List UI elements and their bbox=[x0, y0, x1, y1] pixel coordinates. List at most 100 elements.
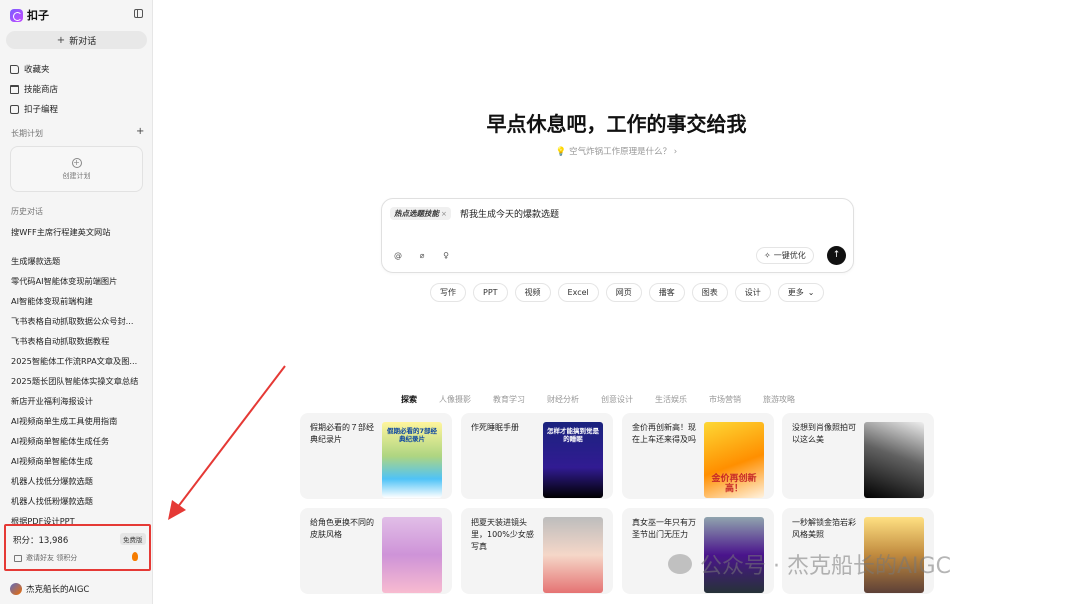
sidebar-item-label: 技能商店 bbox=[24, 85, 59, 95]
chat-input-box[interactable]: 热点选题技能 × 帮我生成今天的爆款选题 @ ⌀ ♀ ✧ 一键优化 ↑ bbox=[381, 198, 854, 273]
wechat-icon bbox=[668, 554, 692, 574]
quick-video[interactable]: 视频 bbox=[514, 283, 551, 302]
history-item[interactable]: 新店开业福利海报设计 bbox=[11, 395, 143, 407]
history-item[interactable]: 生成爆款选题 bbox=[11, 255, 143, 267]
explore-card[interactable]: 没想到肖像照拍可以这么美 bbox=[782, 413, 934, 499]
send-button[interactable]: ↑ bbox=[827, 246, 846, 265]
category-tabs: 探索 人像摄影 教育学习 财经分析 创意设计 生活娱乐 市场营销 旅游攻略 bbox=[401, 394, 817, 405]
close-icon[interactable]: × bbox=[441, 210, 447, 218]
quick-more[interactable]: 更多 ⌄ bbox=[777, 283, 825, 302]
card-title: 一秒解锁金箔岩彩风格美照 bbox=[792, 518, 856, 539]
history-item[interactable]: AI视频商单生成工具使用指南 bbox=[11, 415, 143, 427]
add-plan-icon[interactable]: + bbox=[136, 126, 144, 137]
explore-card[interactable]: 把夏天装进镜头里，100%少女感写真 bbox=[461, 508, 613, 594]
user-profile[interactable]: 杰克船长的AIGC bbox=[10, 583, 89, 595]
avatar bbox=[10, 583, 22, 595]
tab-finance[interactable]: 财经分析 bbox=[547, 394, 579, 405]
card-image: 怎样才能搞到觉是的睡眠 bbox=[543, 422, 603, 498]
optimize-label: 一键优化 bbox=[773, 251, 806, 260]
lightbulb-icon: 💡 bbox=[555, 147, 567, 157]
at-icon[interactable]: @ bbox=[393, 251, 403, 261]
chevron-right-icon: › bbox=[673, 147, 678, 157]
page-title: 早点休息吧，工作的事交给我 bbox=[486, 112, 747, 136]
card-image-caption: 金价再创新高！ bbox=[711, 474, 757, 494]
store-icon bbox=[10, 84, 19, 94]
attachment-icon[interactable]: ⌀ bbox=[417, 251, 427, 261]
card-title: 作死睡眠手册 bbox=[471, 423, 519, 432]
folder-icon bbox=[10, 64, 19, 74]
invite-friends-link[interactable]: 邀请好友 领积分 bbox=[14, 553, 77, 563]
card-image-caption: 怎样才能搞到觉是的睡眠 bbox=[547, 427, 599, 443]
history-item[interactable]: 根据PDF设计PPT bbox=[11, 515, 143, 524]
history-item[interactable]: 零代码AI智能体变现前端图片 bbox=[11, 275, 143, 287]
chevron-down-icon: ⌄ bbox=[807, 288, 815, 297]
points-label: 积分：13,986 bbox=[13, 536, 69, 546]
card-title: 给角色更换不同的皮肤风格 bbox=[310, 518, 374, 539]
explore-card[interactable]: 作死睡眠手册 怎样才能搞到觉是的睡眠 bbox=[461, 413, 613, 499]
tab-creative-design[interactable]: 创意设计 bbox=[601, 394, 633, 405]
card-image bbox=[382, 517, 442, 593]
sidebar-item-skill-store[interactable]: 技能商店 bbox=[10, 83, 58, 95]
quick-writing[interactable]: 写作 bbox=[430, 283, 466, 302]
card-title: 金价再创新高！现在上车还来得及吗 bbox=[632, 423, 696, 444]
explore-card[interactable]: 假期必看的７部经典纪录片 假期必看的7部经典纪录片 bbox=[300, 413, 452, 499]
sidebar: 扣子 + 新对话 收藏夹 技能商店 扣子编程 长期计划 + + 创建计划 历史对… bbox=[0, 0, 153, 604]
history-item[interactable]: 飞书表格自动抓取数据教程 bbox=[11, 335, 143, 347]
lightbulb-icon[interactable]: ♀ bbox=[441, 251, 451, 261]
suggestion-text: 空气炸锅工作原理是什么？ bbox=[569, 147, 672, 157]
plan-badge[interactable]: 免费版 bbox=[120, 533, 146, 545]
history-item[interactable]: 2025题长团队智能体实操文章总结 bbox=[11, 375, 143, 387]
history-item[interactable]: AI智能体变现前端构建 bbox=[11, 295, 143, 307]
card-title: 真女巫一年只有万圣节出门无压力 bbox=[632, 518, 696, 539]
watermark: 公众号 · 杰克船长的AIGC bbox=[668, 548, 951, 580]
tab-marketing[interactable]: 市场营销 bbox=[709, 394, 741, 405]
history-item[interactable]: AI视频商单智能体生成任务 bbox=[11, 435, 143, 447]
watermark-text: 公众号 · 杰克船长的AIGC bbox=[700, 554, 951, 579]
new-chat-label: 新对话 bbox=[69, 36, 97, 47]
app-name: 扣子 bbox=[27, 9, 49, 22]
long-term-plan-title: 长期计划 bbox=[11, 129, 43, 138]
card-title: 没想到肖像照拍可以这么美 bbox=[792, 423, 856, 444]
quick-design[interactable]: 设计 bbox=[734, 283, 771, 302]
new-chat-button[interactable]: + 新对话 bbox=[6, 31, 147, 49]
sidebar-item-label: 收藏夹 bbox=[24, 65, 50, 75]
history-item[interactable]: AI视频商单智能体生成 bbox=[11, 455, 143, 467]
skill-chip[interactable]: 热点选题技能 × bbox=[390, 207, 451, 220]
annotation-arrow bbox=[168, 365, 286, 520]
tab-travel[interactable]: 旅游攻略 bbox=[763, 394, 795, 405]
explore-card[interactable]: 金价再创新高！现在上车还来得及吗 金价再创新高！ bbox=[622, 413, 774, 499]
history-item[interactable]: 搜WFF主席行程建英文网站 bbox=[11, 226, 143, 238]
create-plan-card[interactable]: + 创建计划 bbox=[10, 146, 143, 192]
card-title: 把夏天装进镜头里，100%少女感写真 bbox=[471, 518, 534, 551]
plus-icon: + bbox=[56, 34, 66, 46]
suggestion-hint[interactable]: 💡 空气炸锅工作原理是什么？ › bbox=[153, 145, 1080, 157]
fire-icon bbox=[132, 552, 138, 561]
tab-portrait[interactable]: 人像摄影 bbox=[439, 394, 471, 405]
history-item[interactable]: 机器人找低分爆款选题 bbox=[11, 475, 143, 487]
quick-excel[interactable]: Excel bbox=[557, 283, 599, 302]
sidebar-item-favorites[interactable]: 收藏夹 bbox=[10, 63, 50, 75]
quick-webpage[interactable]: 网页 bbox=[605, 283, 642, 302]
tab-lifestyle[interactable]: 生活娱乐 bbox=[655, 394, 687, 405]
quick-podcast[interactable]: 播客 bbox=[648, 283, 685, 302]
quick-actions: 写作 PPT 视频 Excel 网页 播客 图表 设计 更多 ⌄ bbox=[430, 283, 825, 302]
chat-input[interactable]: 帮我生成今天的爆款选题 bbox=[460, 207, 559, 220]
optimize-button[interactable]: ✧ 一键优化 bbox=[756, 247, 814, 264]
sidebar-toggle-icon[interactable] bbox=[134, 9, 143, 18]
quick-chart[interactable]: 图表 bbox=[691, 283, 728, 302]
card-image: 金价再创新高！ bbox=[704, 422, 764, 498]
quick-ppt[interactable]: PPT bbox=[473, 283, 508, 302]
code-icon bbox=[10, 104, 19, 114]
history-item[interactable]: 机器人找低粉爆款选题 bbox=[11, 495, 143, 507]
more-label: 更多 bbox=[787, 288, 804, 297]
sidebar-item-coding[interactable]: 扣子编程 bbox=[10, 103, 58, 115]
points-panel: 积分：13,986 免费版 邀请好友 领积分 bbox=[4, 524, 151, 571]
history-item[interactable]: 飞书表格自动抓取数据公众号封... bbox=[11, 315, 143, 327]
tab-education[interactable]: 教育学习 bbox=[493, 394, 525, 405]
explore-card[interactable]: 给角色更换不同的皮肤风格 bbox=[300, 508, 452, 594]
sidebar-item-label: 扣子编程 bbox=[24, 105, 59, 115]
history-item[interactable]: 2025智能体工作流RPA文章及图... bbox=[11, 355, 143, 367]
app-logo[interactable]: 扣子 bbox=[10, 7, 49, 23]
history-title: 历史对话 bbox=[11, 207, 43, 216]
tab-explore[interactable]: 探索 bbox=[401, 394, 417, 405]
